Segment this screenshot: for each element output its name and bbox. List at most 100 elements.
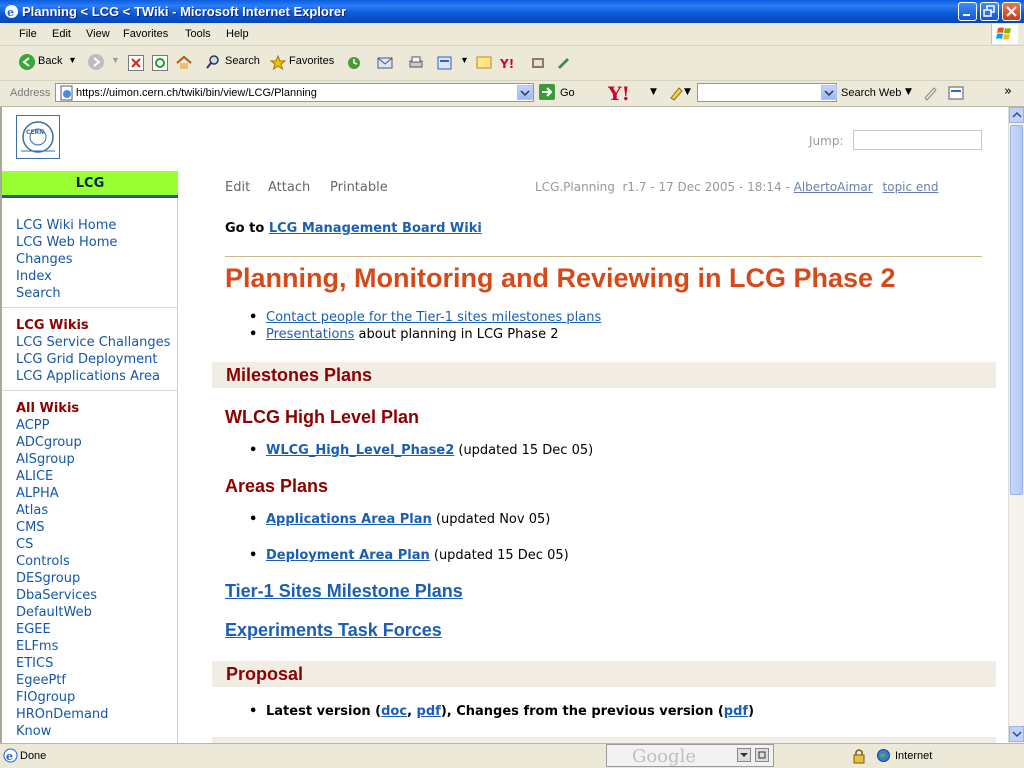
menu-file[interactable]: File: [19, 28, 37, 40]
search-button[interactable]: Search: [225, 55, 260, 67]
menu-favorites[interactable]: Favorites: [123, 28, 168, 40]
pencil-icon[interactable]: [922, 85, 938, 101]
edit-link[interactable]: Edit: [225, 180, 250, 195]
left-nav-item[interactable]: Index: [16, 268, 117, 285]
search-web-dropdown-icon[interactable]: ▼: [905, 87, 912, 97]
forward-dropdown-icon[interactable]: ▼: [111, 55, 120, 65]
messenger-icon[interactable]: Y!: [499, 55, 514, 71]
tier1-milestone-plans-link[interactable]: Tier-1 Sites Milestone Plans: [225, 581, 463, 602]
author-link[interactable]: AlbertoAimar: [794, 180, 873, 194]
printable-link[interactable]: Printable: [330, 180, 388, 195]
cern-logo[interactable]: CERN: [16, 115, 60, 159]
scroll-up-arrow-icon[interactable]: [1009, 107, 1024, 123]
attach-link[interactable]: Attach: [268, 180, 310, 195]
left-nav-item[interactable]: DefaultWeb: [16, 604, 108, 621]
scroll-thumb[interactable]: [1010, 125, 1023, 495]
jump-input[interactable]: [853, 130, 982, 150]
left-nav-item[interactable]: HROnDemand: [16, 706, 108, 723]
proposal-doc-link[interactable]: doc: [381, 704, 407, 719]
discuss-icon[interactable]: [476, 55, 492, 69]
management-board-link[interactable]: LCG Management Board Wiki: [269, 221, 482, 236]
yahoo-logo-icon[interactable]: Y!: [608, 82, 642, 104]
left-nav-item[interactable]: Know: [16, 723, 108, 740]
left-nav-item[interactable]: LCG Service Challanges: [16, 334, 170, 351]
layout-icon[interactable]: [948, 85, 966, 101]
left-nav-item[interactable]: ADCgroup: [16, 434, 108, 451]
left-nav-item[interactable]: ACPP: [16, 417, 108, 434]
topic-end-link[interactable]: topic end: [883, 180, 939, 194]
menu-tools[interactable]: Tools: [185, 28, 211, 40]
highlighter-icon[interactable]: [668, 85, 684, 101]
yahoo-search-input[interactable]: [697, 83, 837, 102]
back-arrow-icon[interactable]: [19, 54, 35, 70]
proposal-pdf-link[interactable]: pdf: [417, 704, 441, 719]
yahoo-search-dropdown-icon[interactable]: [821, 85, 837, 100]
wlcg-phase2-link[interactable]: WLCG_High_Level_Phase2: [266, 443, 454, 458]
restore-button[interactable]: [980, 2, 999, 21]
vertical-scrollbar[interactable]: [1008, 107, 1024, 743]
google-toolbar-box[interactable]: Google: [606, 744, 774, 767]
left-nav-item[interactable]: ALICE: [16, 468, 108, 485]
home-icon[interactable]: [176, 55, 192, 69]
experiments-task-forces-link[interactable]: Experiments Task Forces: [225, 620, 442, 641]
menu-view[interactable]: View: [86, 28, 110, 40]
print-icon[interactable]: [408, 55, 423, 69]
highlighter-dropdown-icon[interactable]: ▼: [684, 87, 691, 97]
go-button[interactable]: Go: [560, 87, 575, 99]
go-arrow-icon[interactable]: [539, 84, 555, 100]
list-item: Deployment Area Plan (updated 15 Dec 05): [249, 548, 569, 563]
left-nav-item[interactable]: DbaServices: [16, 587, 108, 604]
history-icon[interactable]: [346, 55, 360, 69]
list-item: Latest version (doc, pdf), Changes from …: [249, 704, 754, 719]
mail-icon[interactable]: [377, 55, 393, 69]
minimize-button[interactable]: [958, 2, 977, 21]
back-button[interactable]: Back: [38, 55, 62, 67]
contact-people-link[interactable]: Contact people for the Tier-1 sites mile…: [266, 310, 601, 325]
left-nav-item[interactable]: ELFms: [16, 638, 108, 655]
google-dropdown-icon[interactable]: [737, 748, 751, 762]
milestones-title: Milestones Plans: [226, 365, 373, 385]
presentations-link[interactable]: Presentations: [266, 327, 354, 342]
left-nav-item[interactable]: ALPHA: [16, 485, 108, 502]
left-nav-item[interactable]: LCG Web Home: [16, 234, 117, 251]
address-dropdown-icon[interactable]: [517, 85, 533, 100]
refresh-icon[interactable]: [152, 55, 168, 71]
google-options-icon[interactable]: [755, 748, 769, 762]
deployment-area-plan-link[interactable]: Deployment Area Plan: [266, 548, 430, 563]
left-nav-item[interactable]: EgeePtf: [16, 672, 108, 689]
yahoo-dropdown-icon[interactable]: ▼: [650, 87, 657, 97]
research-icon[interactable]: [530, 55, 544, 69]
left-nav-item[interactable]: CMS: [16, 519, 108, 536]
left-nav-item[interactable]: LCG Wiki Home: [16, 217, 117, 234]
left-nav-item[interactable]: EGEE: [16, 621, 108, 638]
left-nav-item[interactable]: FIOgroup: [16, 689, 108, 706]
left-nav-item[interactable]: LCG Grid Deployment: [16, 351, 170, 368]
left-nav-item[interactable]: CS: [16, 536, 108, 553]
left-nav-item[interactable]: Atlas: [16, 502, 108, 519]
edit-dropdown-icon[interactable]: ▼: [460, 55, 469, 65]
left-nav-item[interactable]: Changes: [16, 251, 117, 268]
toolbar-overflow-icon[interactable]: »: [1004, 84, 1012, 99]
edit-page-icon[interactable]: [437, 55, 452, 70]
close-button[interactable]: [1002, 2, 1021, 21]
menu-help[interactable]: Help: [226, 28, 249, 40]
search-web-button[interactable]: Search Web: [841, 87, 901, 99]
stop-icon[interactable]: [128, 55, 144, 71]
address-input[interactable]: https://uimon.cern.ch/twiki/bin/view/LCG…: [55, 83, 534, 102]
left-nav-item[interactable]: LCG Applications Area: [16, 368, 170, 385]
left-nav-item[interactable]: Controls: [16, 553, 108, 570]
web-name[interactable]: LCG: [76, 176, 105, 191]
left-nav-item[interactable]: AISgroup: [16, 451, 108, 468]
applications-area-plan-link[interactable]: Applications Area Plan: [266, 512, 432, 527]
back-dropdown-icon[interactable]: ▼: [68, 55, 77, 65]
changes-pdf-link[interactable]: pdf: [724, 704, 748, 719]
forward-arrow-icon[interactable]: [88, 54, 104, 70]
left-nav-item[interactable]: DESgroup: [16, 570, 108, 587]
menu-edit[interactable]: Edit: [52, 28, 71, 40]
left-nav-item[interactable]: Search: [16, 285, 117, 302]
left-nav-item[interactable]: ETICS: [16, 655, 108, 672]
favorites-button[interactable]: Favorites: [289, 55, 334, 67]
tools-icon[interactable]: [555, 55, 569, 69]
scroll-down-arrow-icon[interactable]: [1009, 726, 1024, 742]
list-item: Applications Area Plan (updated Nov 05): [249, 512, 550, 527]
